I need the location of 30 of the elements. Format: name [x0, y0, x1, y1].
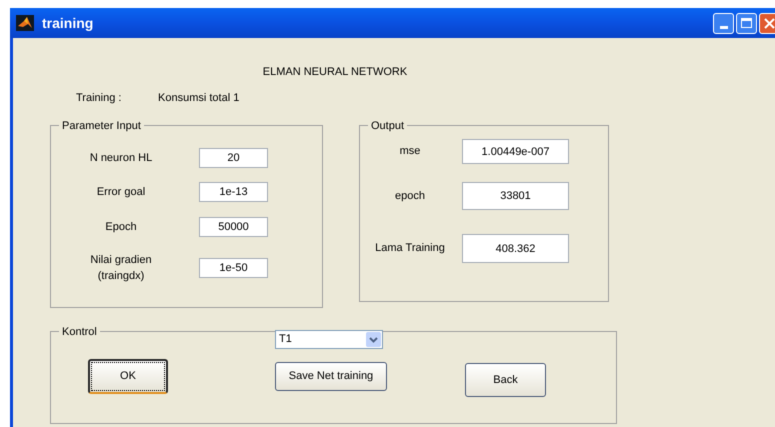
panel-title: Parameter Input — [59, 118, 144, 134]
close-button[interactable] — [759, 12, 775, 34]
field-label: Error goal — [96, 185, 146, 200]
push-button[interactable]: OK — [88, 359, 168, 394]
field-label: epoch — [394, 188, 426, 204]
panel-title: Output — [368, 118, 408, 134]
dropdown[interactable]: T1 — [275, 330, 383, 349]
field-label: mse — [398, 144, 422, 160]
output-field[interactable]: 408.362 — [462, 234, 569, 263]
field-label: Epoch — [104, 220, 138, 235]
field-label: N neuron HL — [88, 151, 154, 166]
matlab-logo-icon — [16, 15, 34, 31]
chevron-down-icon — [366, 332, 381, 347]
push-button[interactable]: Back — [465, 363, 546, 397]
window-title: training — [42, 14, 94, 33]
field-label: Lama Training — [374, 241, 446, 256]
input-field[interactable]: 20 — [199, 148, 268, 168]
field-label: Nilai gradien (traingdx) — [89, 253, 153, 284]
output-field[interactable]: 33801 — [462, 182, 569, 210]
input-field[interactable]: 1e-13 — [199, 182, 268, 202]
maximize-button[interactable] — [736, 12, 757, 34]
output-field[interactable]: 1.00449e-007 — [462, 139, 569, 164]
input-field[interactable]: 50000 — [199, 217, 268, 237]
minimize-button[interactable] — [713, 12, 734, 34]
training-value: Konsumsi total 1 — [158, 90, 240, 106]
push-button[interactable]: Save Net training — [275, 362, 387, 391]
heading: ELMAN NEURAL NETWORK — [262, 65, 408, 80]
input-field[interactable]: 1e-50 — [199, 258, 268, 278]
close-icon — [764, 18, 775, 28]
training-label: Training : — [76, 90, 122, 106]
